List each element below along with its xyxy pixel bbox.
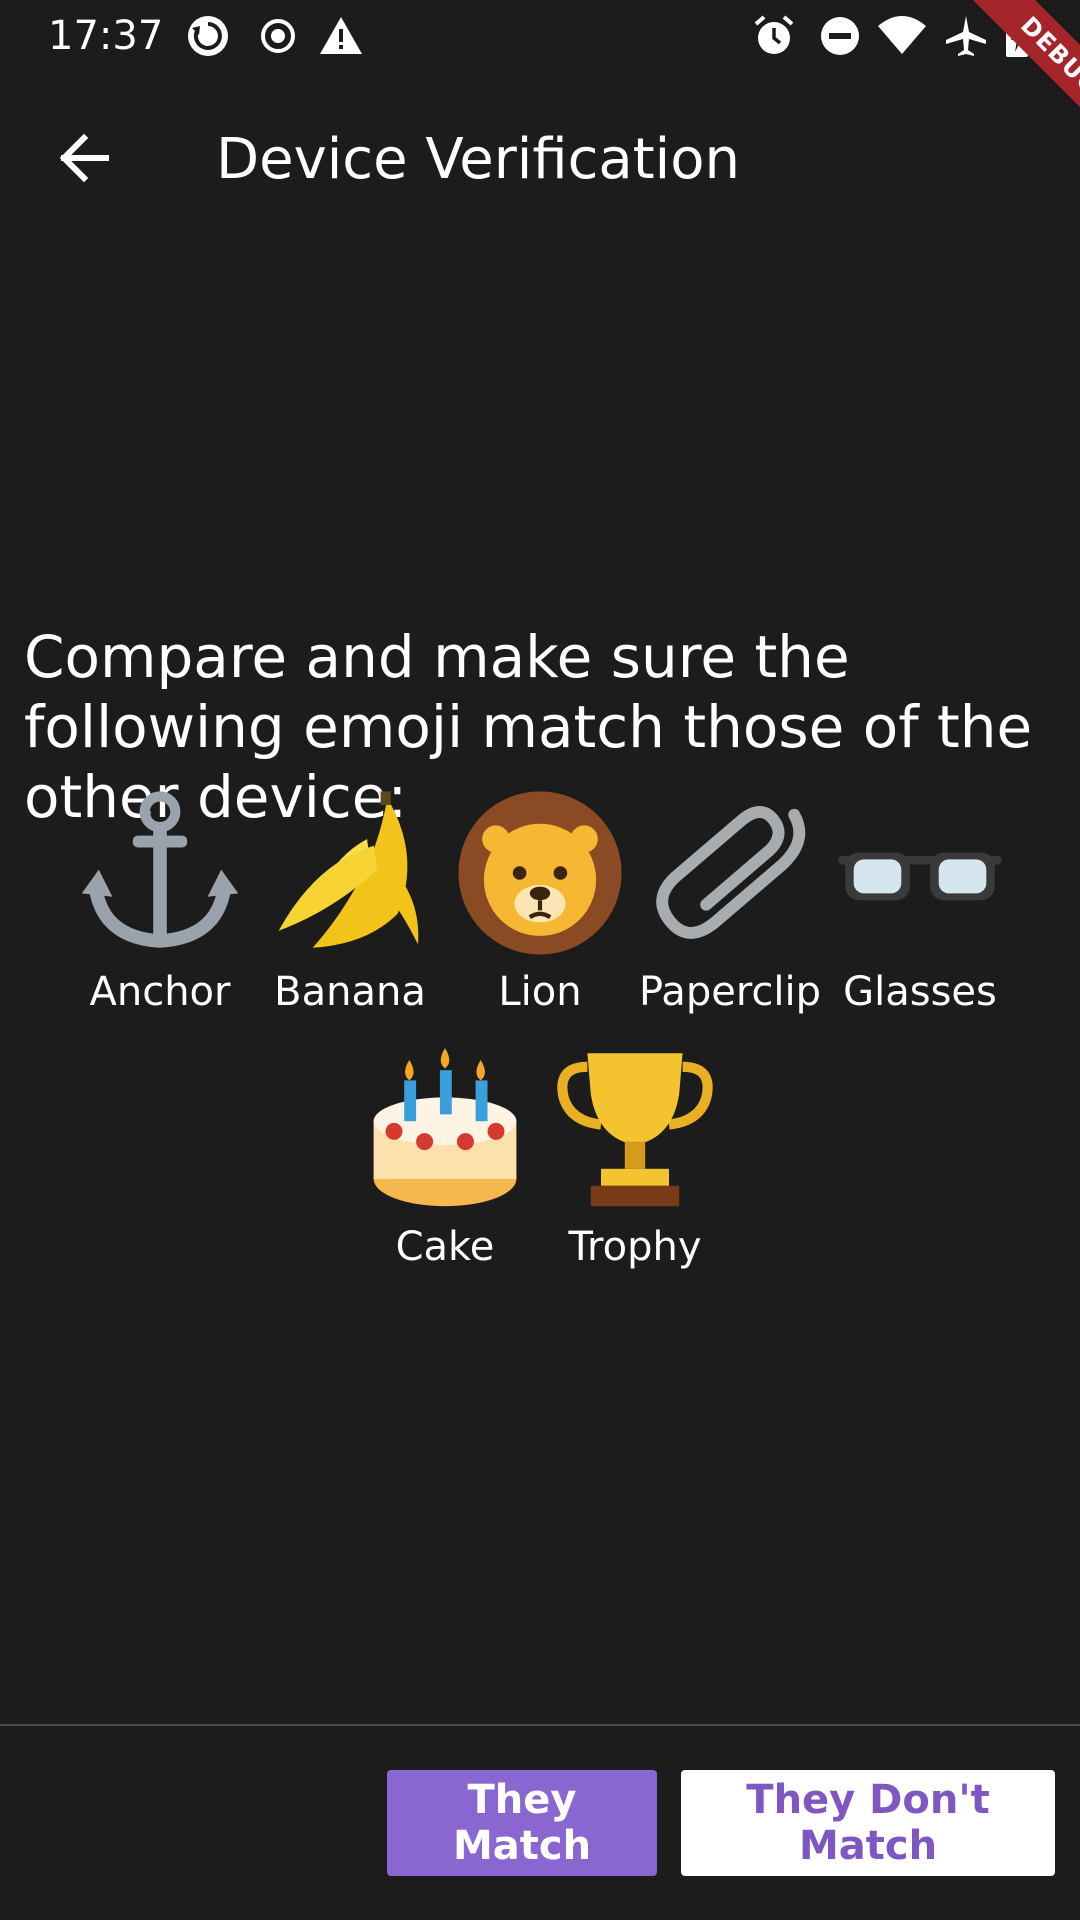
emoji-label: Trophy (568, 1224, 702, 1270)
emoji-item-glasses: Glasses (825, 788, 1015, 1043)
emoji-item-trophy: Trophy (540, 1043, 730, 1298)
bottom-divider (0, 1724, 1080, 1726)
status-bar: 17:37 (0, 0, 1080, 72)
emoji-label: Banana (274, 969, 426, 1015)
warning-icon (320, 17, 362, 54)
arrow-back-icon (59, 133, 109, 183)
airplane-icon (946, 16, 986, 56)
back-button[interactable] (40, 114, 128, 202)
emoji-label: Anchor (89, 969, 231, 1015)
cake-icon (373, 1048, 517, 1207)
glasses-icon (838, 852, 1002, 901)
emoji-grid: Anchor Banana Lion Paperclip Glasses Cak… (0, 788, 1080, 1298)
they-dont-match-button[interactable]: They Don't Match (681, 1770, 1055, 1876)
emoji-item-banana: Banana (255, 788, 445, 1043)
wifi-icon (878, 16, 926, 54)
emoji-item-paperclip: Paperclip (635, 788, 825, 1043)
trophy-icon (557, 1053, 713, 1207)
paperclip-icon (656, 806, 806, 939)
they-match-button[interactable]: They Match (387, 1770, 657, 1876)
emoji-item-lion: Lion (445, 788, 635, 1043)
anchor-icon (81, 791, 239, 948)
do-not-disturb-icon (821, 17, 859, 55)
page-title: Device Verification (216, 127, 740, 192)
emoji-label: Lion (498, 969, 582, 1015)
emoji-item-anchor: Anchor (65, 788, 255, 1043)
banana-icon (278, 791, 419, 948)
alarm-icon (754, 15, 794, 54)
emoji-item-cake: Cake (350, 1043, 540, 1298)
emoji-label: Glasses (843, 969, 997, 1015)
sync-icon (188, 16, 228, 56)
record-icon (261, 19, 295, 53)
app-bar: Device Verification (0, 88, 1080, 228)
emoji-label: Paperclip (638, 969, 821, 1015)
status-time: 17:37 (48, 13, 164, 59)
emoji-label: Cake (395, 1224, 495, 1270)
lion-icon (458, 791, 622, 955)
